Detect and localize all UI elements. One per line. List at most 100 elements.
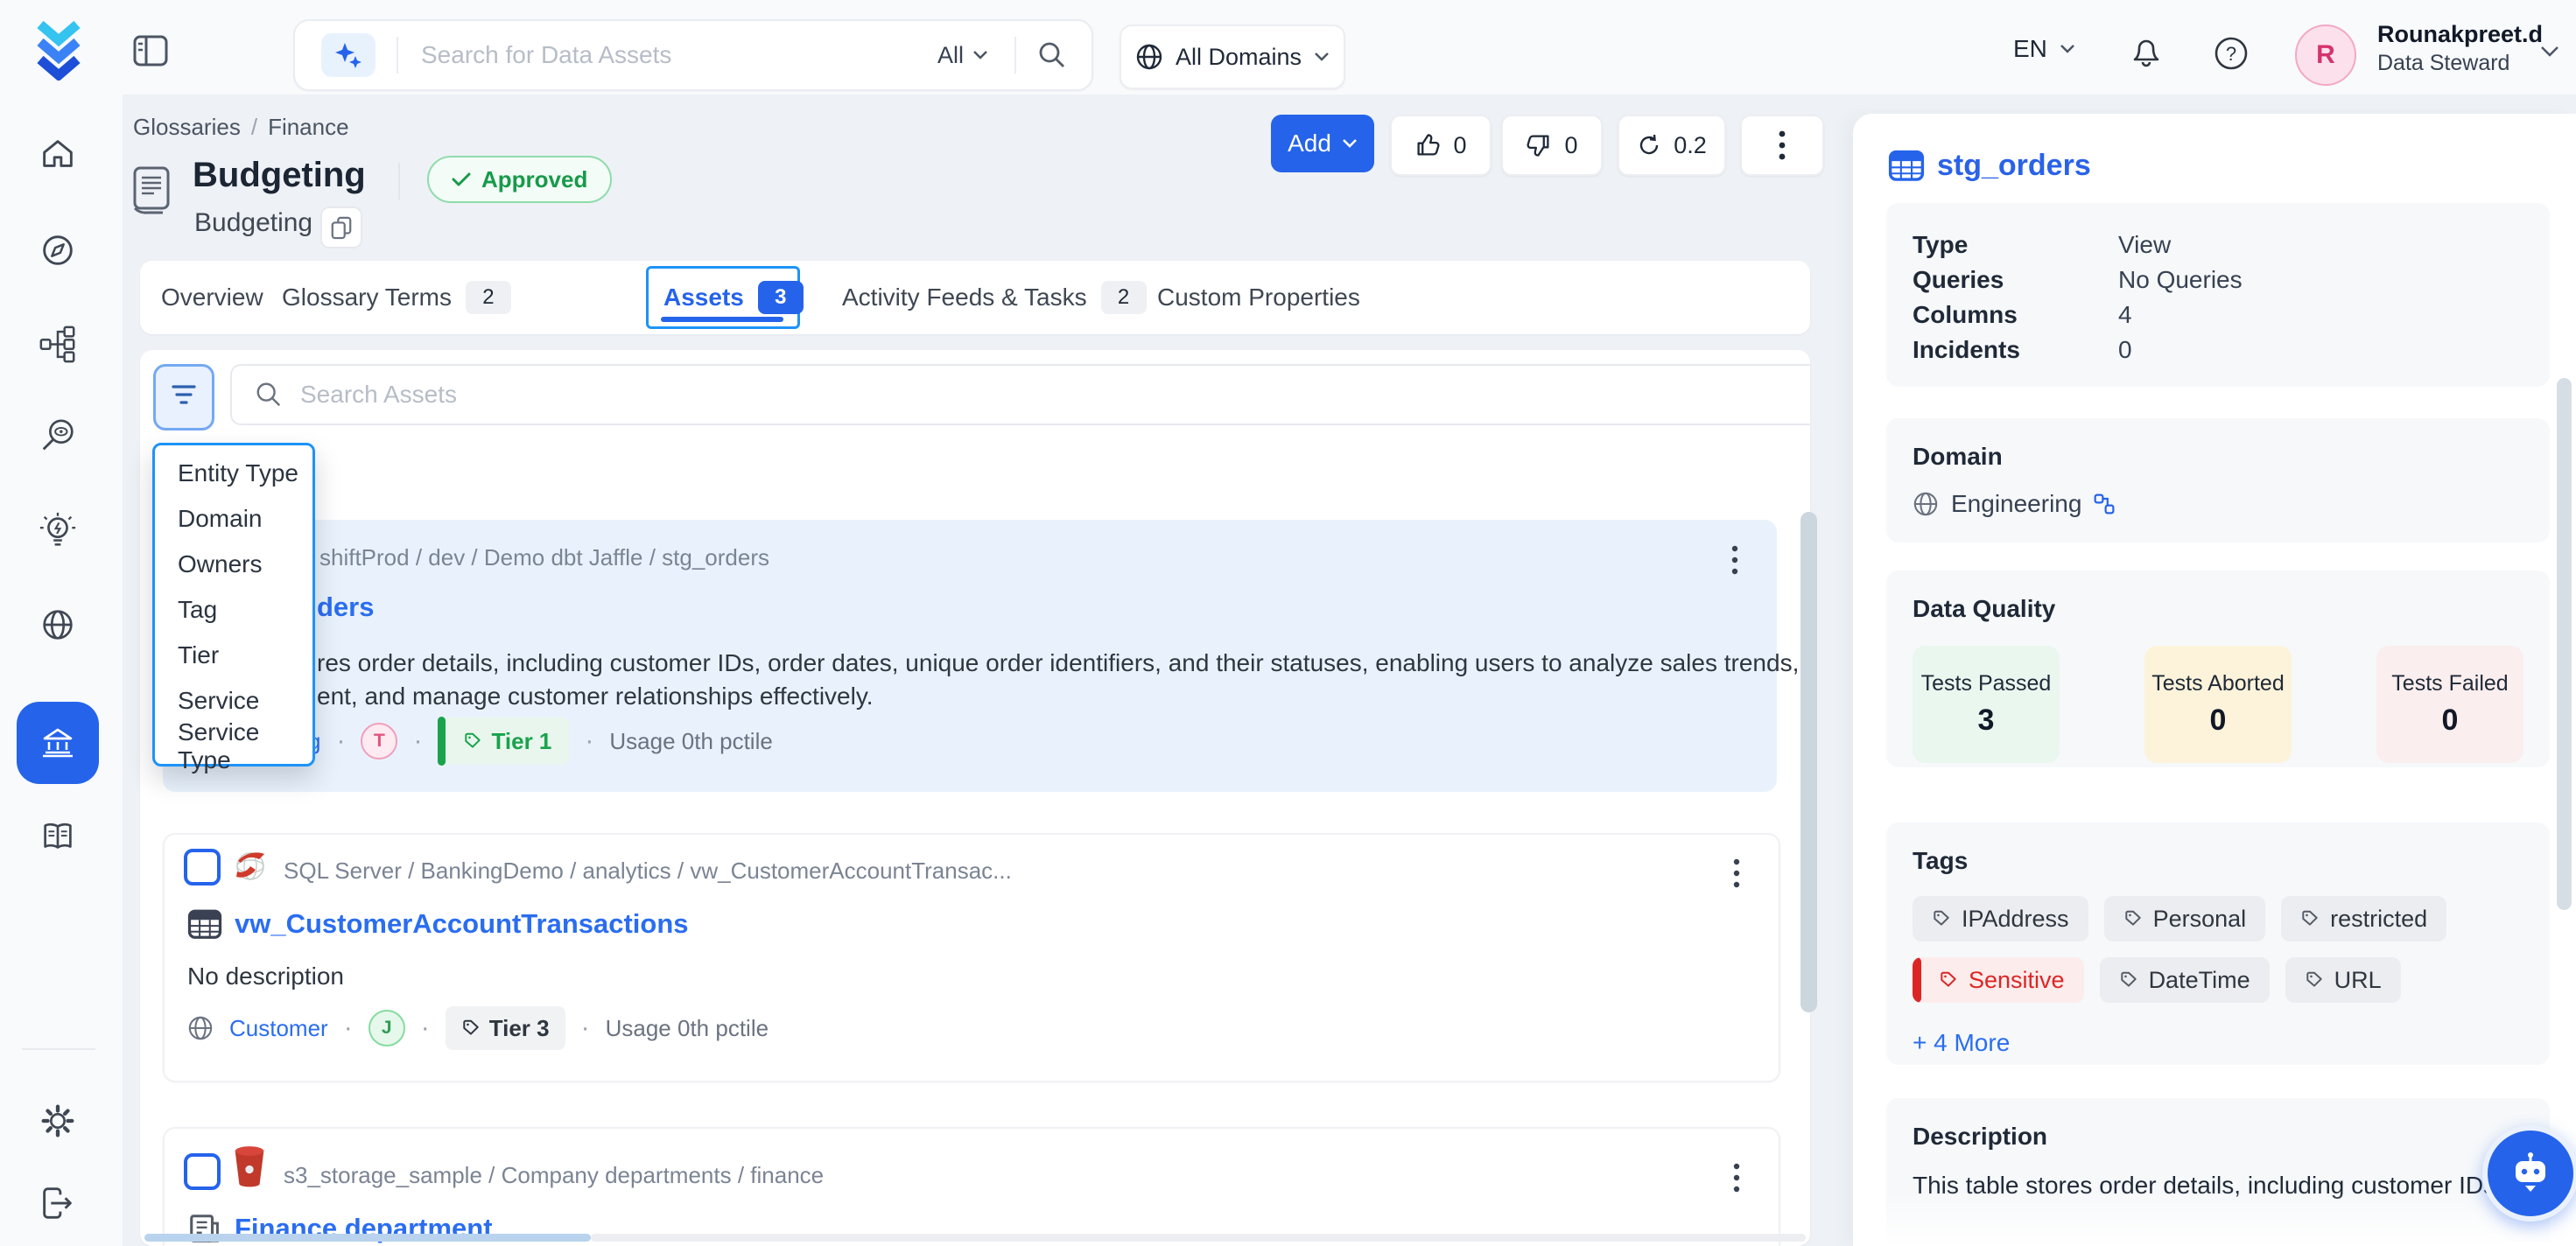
owner-avatar[interactable]: T [361, 723, 397, 760]
status-label: Approved [481, 166, 587, 193]
horizontal-scrollbar-thumb[interactable] [144, 1234, 591, 1242]
sidebar-item-lineage[interactable] [38, 324, 78, 364]
assets-scrollbar-thumb[interactable] [1800, 512, 1817, 1012]
asset-more-button[interactable] [1719, 1157, 1754, 1199]
sidebar-toggle-icon[interactable] [133, 35, 168, 66]
menu-item-service[interactable]: Service [155, 678, 312, 724]
asset-meta-row: g T Tier 1 Usage 0th pctile [308, 718, 773, 765]
menu-item-entity-type[interactable]: Entity Type [155, 451, 312, 496]
upvote-button[interactable]: 0 [1390, 115, 1492, 176]
menu-item-domain[interactable]: Domain [155, 496, 312, 542]
sidebar-item-insights[interactable] [38, 511, 78, 551]
breadcrumb-glossaries[interactable]: Glossaries [133, 114, 241, 140]
asset-card-vw-customer[interactable]: SQL Server / BankingDemo / analytics / v… [163, 833, 1780, 1082]
globe-icon [1135, 43, 1163, 71]
tab-custom-properties[interactable]: Custom Properties [1157, 261, 1360, 334]
asset-card-stg-orders[interactable]: shiftProd / dev / Demo dbt Jaffle / stg_… [163, 520, 1777, 792]
menu-item-tier[interactable]: Tier [155, 633, 312, 678]
help-button[interactable]: ? [2213, 35, 2250, 72]
tests-passed-value: 3 [1978, 704, 1995, 738]
tab-assets[interactable]: Assets 3 [663, 261, 804, 334]
open-book-icon [38, 816, 78, 857]
sidebar-item-settings[interactable] [38, 1101, 78, 1141]
menu-item-owners[interactable]: Owners [155, 542, 312, 587]
panel-bottom-fade [1853, 1190, 2558, 1246]
filter-button[interactable] [153, 364, 214, 430]
sidebar-item-domains[interactable] [38, 605, 78, 645]
user-menu-chevron[interactable] [2540, 46, 2559, 58]
asset-more-button[interactable] [1719, 852, 1754, 894]
score-button[interactable]: 0.2 [1618, 115, 1726, 176]
notifications-button[interactable] [2129, 33, 2164, 70]
asset-domain-link[interactable]: Customer [229, 1015, 328, 1042]
asset-search[interactable] [230, 364, 1810, 425]
domain-value[interactable]: Engineering [1951, 490, 2081, 518]
tag-personal[interactable]: Personal [2104, 896, 2266, 942]
subdomain-link-icon[interactable] [2094, 494, 2115, 514]
data-quality-heading: Data Quality [1913, 595, 2523, 623]
home-icon [38, 134, 78, 174]
copy-name-button[interactable] [320, 206, 362, 248]
all-domains-button[interactable]: All Domains [1120, 24, 1345, 89]
page-title: Budgeting [193, 156, 366, 195]
tag-url[interactable]: URL [2285, 957, 2401, 1003]
menu-item-tag[interactable]: Tag [155, 587, 312, 633]
status-badge[interactable]: Approved [427, 156, 612, 203]
tab-activity-feeds[interactable]: Activity Feeds & Tasks 2 [842, 261, 1147, 334]
user-avatar[interactable]: R [2295, 24, 2356, 86]
details-title-link[interactable]: stg_orders [1937, 149, 2091, 183]
atlan-logo[interactable] [33, 19, 84, 80]
sidebar-item-governance-active[interactable] [17, 702, 99, 784]
gear-icon [38, 1101, 78, 1141]
sidebar-item-logout[interactable] [38, 1183, 78, 1223]
menu-item-service-type[interactable]: Service Type [155, 724, 312, 769]
details-scrollbar-thumb[interactable] [2557, 378, 2572, 910]
asset-meta-row: Customer J Tier 3 Usage 0th pctile [187, 1006, 769, 1050]
search-submit-icon[interactable] [1037, 40, 1067, 70]
asset-title-link[interactable]: vw_CustomerAccountTransactions [235, 908, 689, 940]
user-menu[interactable]: Rounakpreet.d Data Steward [2377, 19, 2543, 77]
tests-aborted-tile: Tests Aborted 0 [2144, 646, 2292, 763]
sparkles-icon [333, 40, 363, 70]
incidents-value-link[interactable]: 0 [2118, 332, 2523, 368]
robot-icon [2508, 1151, 2553, 1196]
more-tags-link[interactable]: + 4 More [1913, 1029, 2010, 1057]
sidebar-item-home[interactable] [38, 134, 78, 174]
compass-icon [38, 230, 78, 270]
tag-icon [2119, 970, 2138, 990]
more-actions-button[interactable] [1740, 115, 1824, 176]
tab-overview[interactable]: Overview [161, 261, 263, 334]
tag-sensitive[interactable]: Sensitive [1913, 957, 2084, 1003]
domain-card: Domain Engineering [1886, 418, 2550, 542]
tag-restricted[interactable]: restricted [2281, 896, 2446, 942]
sidebar-item-discovery[interactable] [38, 416, 78, 457]
breadcrumb-finance[interactable]: Finance [268, 114, 349, 140]
language-selector[interactable]: EN [2013, 35, 2075, 63]
search-scope-dropdown[interactable]: All [937, 42, 988, 69]
avatar-initial: R [2316, 40, 2335, 70]
asset-search-input[interactable] [298, 380, 1810, 410]
global-search[interactable]: All [293, 19, 1093, 91]
owner-avatar[interactable]: J [369, 1010, 405, 1046]
tier-label: Tier 3 [489, 1015, 550, 1042]
tag-datetime[interactable]: DateTime [2100, 957, 2270, 1003]
asset-breadcrumb: SQL Server / BankingDemo / analytics / v… [284, 858, 1012, 885]
asset-checkbox[interactable] [184, 849, 221, 886]
sidebar-item-glossary[interactable] [38, 816, 78, 857]
horizontal-scrollbar-track[interactable] [591, 1234, 1806, 1242]
upvote-count: 0 [1453, 132, 1466, 159]
tab-glossary-terms[interactable]: Glossary Terms 2 [282, 261, 511, 334]
s3-bucket-icon [231, 1143, 268, 1190]
asset-more-button[interactable] [1717, 539, 1752, 581]
add-button[interactable]: Add [1271, 115, 1374, 172]
chatbot-button[interactable] [2482, 1125, 2576, 1222]
domain-heading: Domain [1913, 443, 2523, 471]
asset-card-finance-department[interactable]: s3_storage_sample / Company departments … [163, 1127, 1780, 1246]
search-input[interactable] [419, 40, 937, 70]
ai-search-button[interactable] [321, 33, 376, 77]
asset-title-link[interactable]: ders [317, 592, 374, 623]
tag-ipaddress[interactable]: IPAddress [1913, 896, 2088, 942]
downvote-button[interactable]: 0 [1501, 115, 1603, 176]
sidebar-item-explore[interactable] [38, 230, 78, 270]
asset-checkbox[interactable] [184, 1153, 221, 1190]
